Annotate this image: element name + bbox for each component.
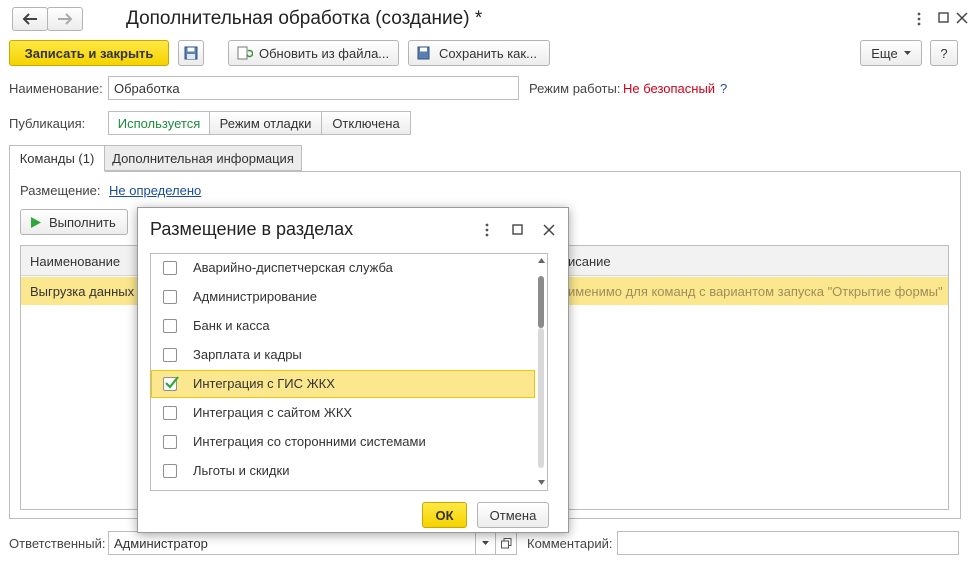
update-from-file-button[interactable]: Обновить из файла... xyxy=(228,40,399,66)
responsible-label: Ответственный: xyxy=(9,536,106,551)
list-item-label: Администрирование xyxy=(193,289,317,304)
back-button[interactable] xyxy=(12,7,48,31)
open-form-icon xyxy=(500,537,512,549)
window-menu-icon[interactable] xyxy=(916,11,924,27)
comment-field[interactable] xyxy=(617,531,959,555)
name-field[interactable]: Обработка xyxy=(108,76,519,100)
list-item-label: Зарплата и кадры xyxy=(193,347,302,362)
arrow-right-icon xyxy=(57,13,73,25)
list-item-label: Аварийно-диспетчерская служба xyxy=(193,260,393,275)
window-close-icon[interactable] xyxy=(956,12,968,24)
row-name: Выгрузка данных xyxy=(30,284,135,299)
responsible-field[interactable]: Администратор xyxy=(108,531,476,555)
publication-label: Публикация: xyxy=(9,116,86,131)
row-description: именимо для команд с вариантом запуска "… xyxy=(568,284,943,299)
column-header-name[interactable]: Наименование xyxy=(30,254,120,269)
checkbox-checked[interactable] xyxy=(163,375,180,391)
list-item[interactable]: Банк и касса xyxy=(151,312,535,340)
arrow-left-icon xyxy=(22,13,38,25)
list-item[interactable]: Интеграция с сайтом ЖКХ xyxy=(151,399,535,427)
placement-link[interactable]: Не определено xyxy=(109,183,201,198)
tab-commands[interactable]: Команды (1) xyxy=(9,145,105,172)
run-label: Выполнить xyxy=(49,214,116,230)
save-button[interactable] xyxy=(178,40,204,66)
chevron-down-icon xyxy=(903,50,911,56)
publication-option-used[interactable]: Используется xyxy=(108,111,210,135)
cancel-button[interactable]: Отмена xyxy=(477,502,549,528)
ok-button[interactable]: ОК xyxy=(422,502,467,528)
column-header-description[interactable]: исание xyxy=(568,254,611,269)
dialog-title: Размещение в разделах xyxy=(150,219,354,239)
checkbox[interactable] xyxy=(163,406,177,420)
comment-label: Комментарий: xyxy=(527,536,613,551)
save-as-label: Сохранить как... xyxy=(439,45,537,61)
list-item[interactable]: Зарплата и кадры xyxy=(151,341,535,369)
chevron-down-icon xyxy=(482,540,489,546)
more-button[interactable]: Еще xyxy=(860,40,922,66)
responsible-dropdown-button[interactable] xyxy=(476,531,496,555)
placement-label: Размещение: xyxy=(20,183,101,198)
run-button[interactable]: Выполнить xyxy=(20,209,128,235)
name-label: Наименование: xyxy=(9,81,103,96)
dialog-close-icon[interactable] xyxy=(543,224,555,236)
refresh-file-icon xyxy=(237,46,253,60)
publication-option-debug[interactable]: Режим отладки xyxy=(209,111,322,135)
responsible-open-button[interactable] xyxy=(496,531,517,555)
scrollbar-track xyxy=(538,328,544,468)
forward-button[interactable] xyxy=(47,7,83,31)
mode-label: Режим работы: xyxy=(529,81,621,96)
save-and-close-button[interactable]: Записать и закрыть xyxy=(9,40,169,66)
mode-value[interactable]: Не безопасный xyxy=(623,81,715,96)
mode-help-link[interactable]: ? xyxy=(720,81,727,96)
window-maximize-icon[interactable] xyxy=(938,12,950,24)
help-button[interactable]: ? xyxy=(930,40,958,66)
list-item[interactable]: Аварийно-диспетчерская служба xyxy=(151,254,535,282)
scrollbar-thumb[interactable] xyxy=(538,276,544,328)
scrollbar[interactable] xyxy=(535,254,547,490)
list-item-selected[interactable]: Интеграция с ГИС ЖКХ xyxy=(151,370,535,398)
dialog-maximize-icon[interactable] xyxy=(512,224,524,236)
list-item-label: Банк и касса xyxy=(193,318,270,333)
list-item-label: Интеграция со сторонними системами xyxy=(193,434,426,449)
list-item-label: Интеграция с сайтом ЖКХ xyxy=(193,405,353,420)
save-file-icon xyxy=(417,46,433,60)
scroll-up-icon[interactable] xyxy=(538,258,545,263)
play-icon xyxy=(31,216,41,228)
save-as-button[interactable]: Сохранить как... xyxy=(408,40,550,66)
publication-option-disabled[interactable]: Отключена xyxy=(321,111,411,135)
update-from-file-label: Обновить из файла... xyxy=(259,45,390,61)
checkbox[interactable] xyxy=(163,290,177,304)
checkmark-icon xyxy=(164,375,180,391)
window-title: Дополнительная обработка (создание) * xyxy=(126,8,483,29)
placement-dialog: Размещение в разделах Аварийно-диспетчер… xyxy=(137,207,569,533)
sections-list: Аварийно-диспетчерская служба Администри… xyxy=(150,253,548,491)
checkbox[interactable] xyxy=(163,261,177,275)
list-item-label: Интеграция с ГИС ЖКХ xyxy=(193,376,335,391)
dialog-menu-icon[interactable] xyxy=(484,222,490,238)
checkbox[interactable] xyxy=(163,464,177,478)
list-item[interactable]: Администрирование xyxy=(151,283,535,311)
list-item-label: Льготы и скидки xyxy=(193,463,290,478)
checkbox[interactable] xyxy=(163,319,177,333)
list-item[interactable]: Льготы и скидки xyxy=(151,457,535,485)
scroll-down-icon[interactable] xyxy=(538,480,545,485)
checkbox[interactable] xyxy=(163,348,177,362)
more-label: Еще xyxy=(871,45,898,61)
floppy-disk-icon xyxy=(184,46,198,60)
tab-additional-info[interactable]: Дополнительная информация xyxy=(104,145,302,171)
list-item[interactable]: Интеграция со сторонними системами xyxy=(151,428,535,456)
checkbox[interactable] xyxy=(163,435,177,449)
